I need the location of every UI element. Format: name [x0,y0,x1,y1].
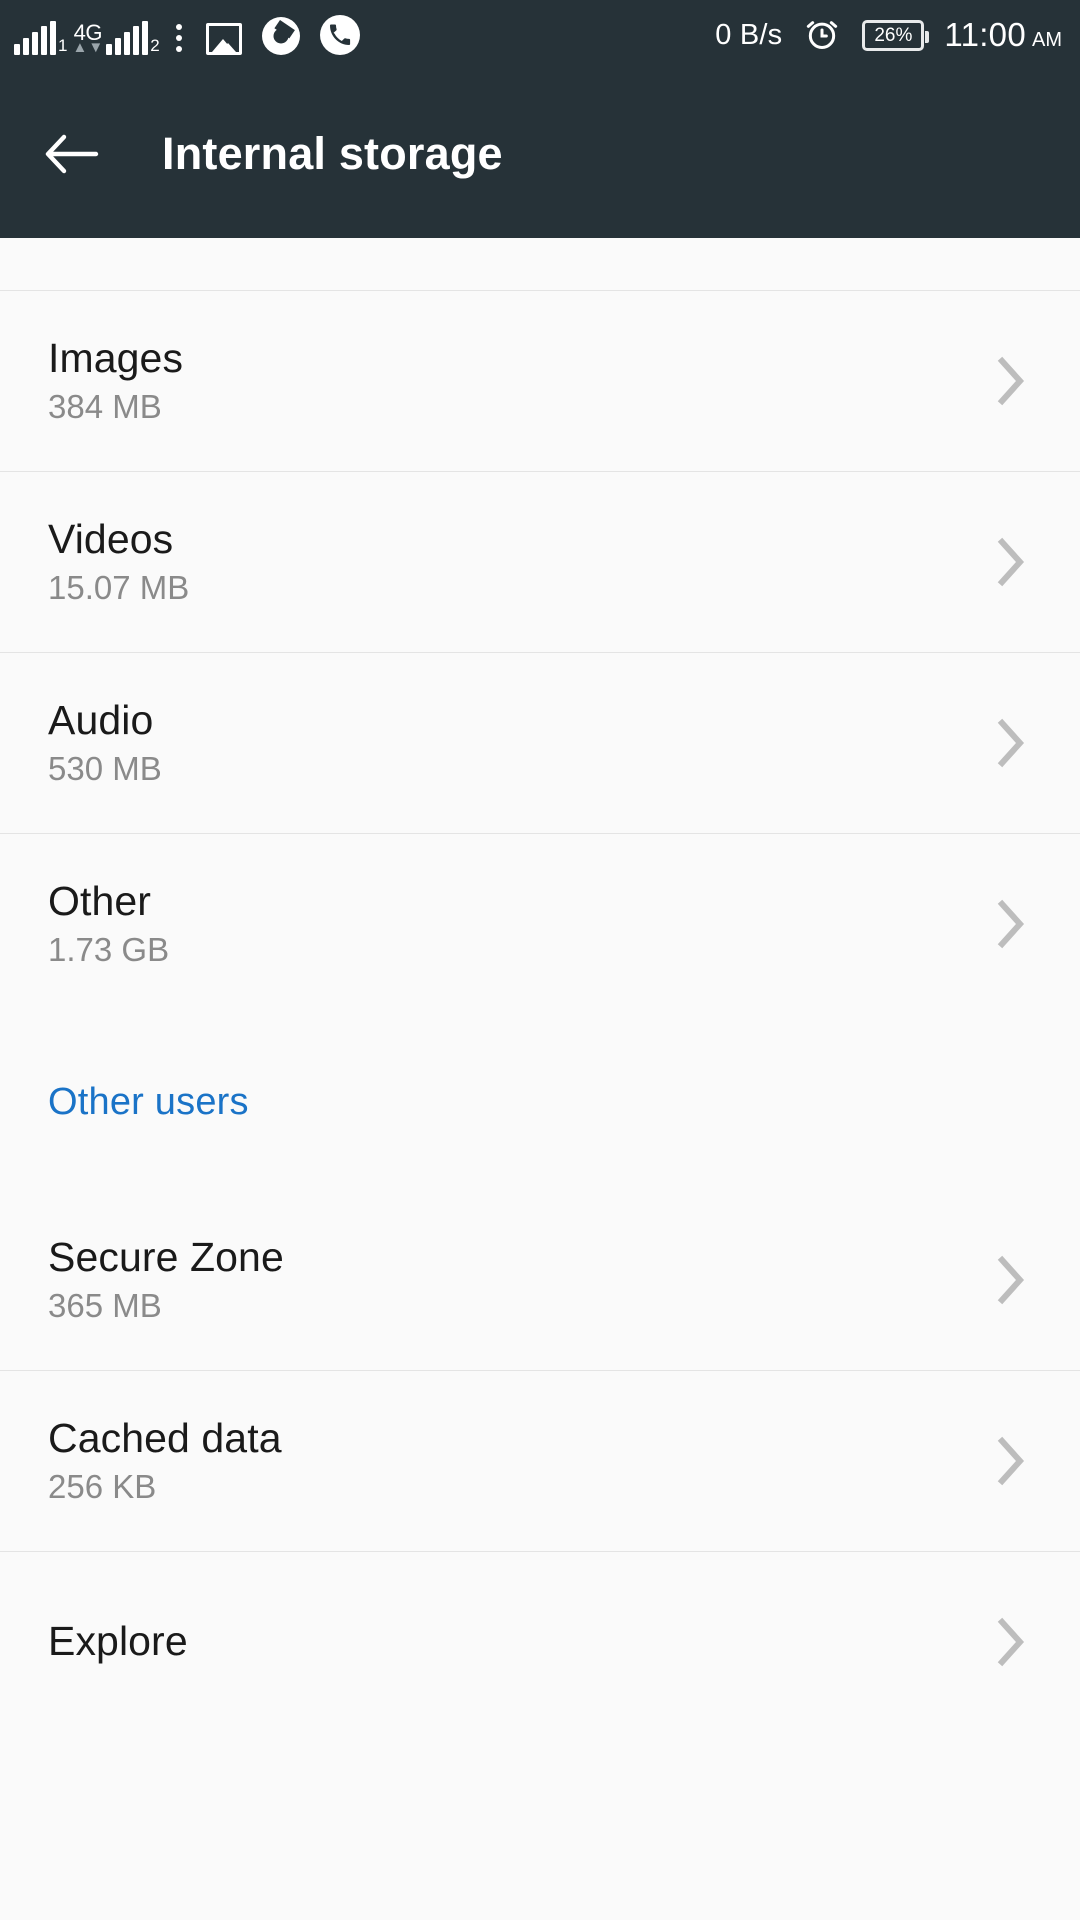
list-item-other[interactable]: Other 1.73 GB [0,834,1080,1014]
list-item-text: Audio 530 MB [48,699,162,787]
sim1-label: 1 [58,36,68,55]
network-4g-icon: 4G ▲ ▼ [72,15,104,56]
back-arrow-icon [45,134,99,174]
chrome-icon [261,17,300,55]
list-item-title: Videos [48,516,174,563]
network-speed-label: 0 B/s [715,18,783,51]
list-item-text: Cached data 256 KB [48,1417,282,1505]
battery-percent-label: 26% [874,24,913,46]
list-item-title: Audio [48,697,154,744]
chevron-right-icon [997,537,1025,587]
list-item-title: Cached data [48,1415,282,1462]
chevron-right-icon [997,718,1025,768]
list-item-images[interactable]: Images 384 MB [0,291,1080,471]
list-item-title: Images [48,335,184,382]
list-item-text: Secure Zone 365 MB [48,1236,284,1324]
list-item-text: Images 384 MB [48,337,183,425]
chevron-right-icon [997,899,1025,949]
list-item-videos[interactable]: Videos 15.07 MB [0,472,1080,652]
back-button[interactable] [40,122,104,186]
overflow-menu-icon [175,21,182,55]
status-bar: 1 4G ▲ ▼ 2 0 B/s 26% 11:00 AM [0,0,1080,70]
list-item-title: Explore [48,1618,188,1665]
clock-time: 11:00 [944,16,1026,53]
status-bar-right-icons: 0 B/s 26% 11:00 AM [715,15,1062,55]
list-item-size: 15.07 MB [48,569,190,607]
list-item-text: Explore [48,1620,188,1663]
list-item-title: Secure Zone [48,1234,284,1281]
alarm-clock-icon [807,21,838,50]
list-item-size: 530 MB [48,750,162,788]
chevron-right-icon [997,1436,1025,1486]
data-transfer-arrows-icon: ▲ ▼ [72,39,104,56]
status-bar-clock: 11:00 AM [944,16,1062,54]
internal-storage-screen: 1 4G ▲ ▼ 2 0 B/s 26% 11:00 AM Internal s… [0,0,1080,1920]
list-top-spacer [0,238,1080,290]
signal-bars-sim2-icon [106,21,149,55]
signal-bars-sim1-icon [14,21,56,55]
section-header-label: Other users [48,1080,249,1123]
list-item-secure-zone[interactable]: Secure Zone 365 MB [0,1190,1080,1370]
list-item-size: 256 KB [48,1468,157,1506]
list-item-cached-data[interactable]: Cached data 256 KB [0,1371,1080,1551]
phone-icon [319,15,360,55]
list-item-text: Videos 15.07 MB [48,518,189,606]
app-bar: Internal storage [0,70,1080,238]
battery-icon: 26% [862,19,930,51]
storage-list: Images 384 MB Videos 15.07 MB Audio 530 … [0,238,1080,1920]
photo-icon [205,23,242,55]
section-header-other-users: Other users [0,1014,1080,1190]
sim2-label: 2 [150,36,160,55]
status-bar-left-icons: 1 4G ▲ ▼ 2 [14,15,360,55]
clock-ampm: AM [1032,29,1062,51]
list-item-audio[interactable]: Audio 530 MB [0,653,1080,833]
chevron-right-icon [997,1617,1025,1667]
chevron-right-icon [997,1255,1025,1305]
list-item-text: Other 1.73 GB [48,880,169,968]
list-item-size: 1.73 GB [48,931,170,969]
list-item-explore[interactable]: Explore [0,1552,1080,1732]
list-item-size: 365 MB [48,1287,162,1325]
list-item-size: 384 MB [48,388,162,426]
list-item-title: Other [48,878,152,925]
page-title: Internal storage [162,128,503,179]
chevron-right-icon [997,356,1025,406]
